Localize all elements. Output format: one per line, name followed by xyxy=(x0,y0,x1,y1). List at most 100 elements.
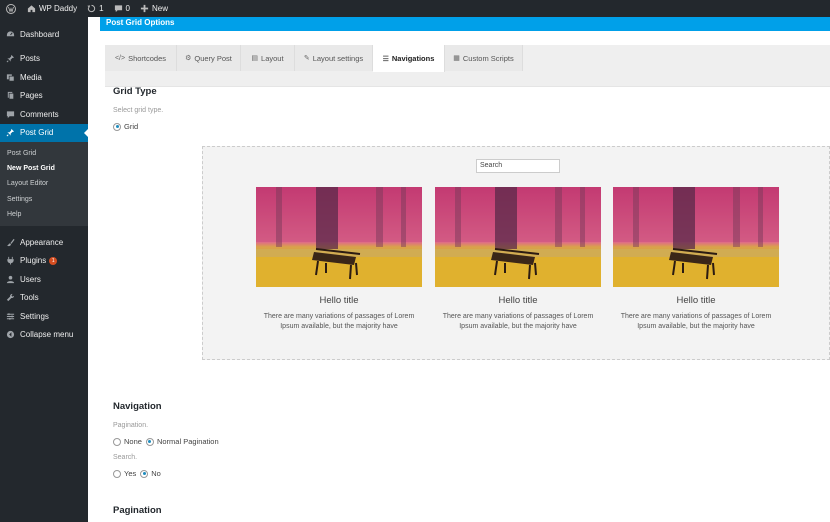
plugins-update-badge: 1 xyxy=(49,256,58,265)
menu-pages[interactable]: Pages xyxy=(0,87,88,106)
menu-posts[interactable]: Posts xyxy=(0,50,88,69)
tab-custom-scripts[interactable]: ▦ Custom Scripts xyxy=(445,45,523,71)
pages-icon xyxy=(5,91,15,101)
grid-preview: Search Hello title There are many variat… xyxy=(202,146,830,360)
new-label: New xyxy=(152,4,169,13)
card-title: Hello title xyxy=(319,295,359,306)
pagination-normal-radio[interactable] xyxy=(145,437,154,446)
menu-comments[interactable]: Comments xyxy=(0,105,88,124)
menu-label: Comments xyxy=(20,109,59,119)
menu-post-grid[interactable]: Post Grid xyxy=(0,123,89,142)
pagination-none-radio[interactable] xyxy=(113,437,121,446)
menu-label: Users xyxy=(20,274,41,284)
pagination-none-label: None xyxy=(124,437,142,446)
tab-navigations[interactable]: ☰ Navigations xyxy=(373,45,445,72)
search-options: Yes No xyxy=(113,469,161,478)
submenu-new-post-grid[interactable]: New Post Grid xyxy=(0,161,88,176)
tab-label: Custom Scripts xyxy=(462,53,514,63)
menu-appearance[interactable]: Appearance xyxy=(0,233,88,252)
wrench-icon xyxy=(5,293,15,303)
search-no-radio[interactable] xyxy=(140,469,149,478)
submenu-post-grid[interactable]: Post Grid xyxy=(0,146,88,161)
menu-dashboard[interactable]: Dashboard xyxy=(0,25,88,44)
menu-label: Collapse menu xyxy=(20,330,74,340)
card-excerpt: There are many variations of passages of… xyxy=(442,313,594,330)
menu-label: Plugins xyxy=(20,256,47,266)
menu-media[interactable]: Media xyxy=(0,68,88,87)
wordpress-logo-icon[interactable] xyxy=(0,0,22,17)
menu-label: Dashboard xyxy=(20,29,60,39)
grid-item: Hello title There are many variations of… xyxy=(256,187,422,332)
grid-item: Hello title There are many variations of… xyxy=(613,187,779,332)
grid-type-hint: Select grid type. xyxy=(113,107,164,114)
cogs-icon: ⚙ xyxy=(185,55,192,62)
grid-radio-label: Grid xyxy=(124,122,139,131)
admin-sidebar: Dashboard Posts Media Pages Comments Pos… xyxy=(0,17,89,522)
bench-park-image xyxy=(256,187,422,287)
options-tabs: </> Shortcodes ⚙ Query Post ▤ Layout ✎ Layou… xyxy=(105,45,830,87)
users-icon xyxy=(5,274,15,284)
search-no-label: No xyxy=(151,469,161,478)
submenu-layout-editor[interactable]: Layout Editor xyxy=(0,176,88,191)
bench-park-image xyxy=(435,187,601,287)
bench-park-image xyxy=(613,187,779,287)
menu-plugins[interactable]: Plugins 1 xyxy=(0,251,88,270)
page-title: Post Grid Options xyxy=(106,18,175,27)
grid-icon xyxy=(5,128,15,138)
new-content-link[interactable]: New xyxy=(135,0,173,17)
card-excerpt: There are many variations of passages of… xyxy=(620,313,772,330)
search-yes-label: Yes xyxy=(124,469,137,478)
grid-radio[interactable] xyxy=(113,122,121,131)
menu-collapse[interactable]: Collapse menu xyxy=(0,325,88,344)
tab-label: Layout xyxy=(261,53,284,63)
menu-label: Pages xyxy=(20,91,43,101)
tab-layout-settings[interactable]: ✎ Layout settings xyxy=(295,45,373,71)
pagination-normal-label: Normal Pagination xyxy=(156,437,219,446)
menu-label: Settings xyxy=(20,311,49,321)
tab-layout[interactable]: ▤ Layout xyxy=(241,45,295,71)
settings-icon xyxy=(5,311,15,321)
tab-label: Query Post xyxy=(194,53,232,63)
menu-tools[interactable]: Tools xyxy=(0,288,88,307)
search-yes-radio[interactable] xyxy=(113,469,121,478)
tab-label: Layout settings xyxy=(312,53,364,63)
pagination-options: None Normal Pagination xyxy=(113,437,219,446)
menu-label: Tools xyxy=(20,293,39,303)
dashboard-icon xyxy=(5,29,15,39)
comment-icon xyxy=(5,109,15,119)
pagination-heading: Pagination xyxy=(113,505,162,516)
collapse-icon xyxy=(5,330,15,340)
media-icon xyxy=(5,72,15,82)
preview-search-input[interactable]: Search xyxy=(476,159,560,173)
submenu-settings[interactable]: Settings xyxy=(0,192,88,207)
brush-icon xyxy=(5,237,15,247)
tab-label: Shortcodes xyxy=(128,53,167,63)
code-icon: </> xyxy=(114,54,126,62)
post-grid-submenu: Post Grid New Post Grid Layout Editor Se… xyxy=(0,142,88,226)
menu-users[interactable]: Users xyxy=(0,270,88,289)
submenu-help[interactable]: Help xyxy=(0,207,88,222)
grid-type-options: Grid xyxy=(113,122,138,131)
card-excerpt: There are many variations of passages of… xyxy=(263,313,415,330)
comments-count: 0 xyxy=(125,4,130,13)
tab-shortcodes[interactable]: </> Shortcodes xyxy=(105,45,177,71)
comments-link[interactable]: 0 xyxy=(109,0,135,17)
menu-settings[interactable]: Settings xyxy=(0,307,88,326)
updates-count: 1 xyxy=(99,4,104,13)
site-name: WP Daddy xyxy=(39,4,78,13)
card-title: Hello title xyxy=(498,295,538,306)
site-name-link[interactable]: WP Daddy xyxy=(22,0,82,17)
list-icon: ☰ xyxy=(382,55,389,63)
search-label: Search. xyxy=(113,454,138,461)
pagination-label: Pagination. xyxy=(113,422,149,429)
navigation-heading: Navigation xyxy=(113,401,162,412)
menu-label: Appearance xyxy=(20,237,64,247)
grid-item: Hello title There are many variations of… xyxy=(435,187,601,332)
plus-icon xyxy=(140,4,149,13)
layout-icon: ▤ xyxy=(251,55,259,62)
updates-link[interactable]: 1 xyxy=(82,0,108,17)
menu-label: Media xyxy=(20,72,42,82)
menu-label: Post Grid xyxy=(20,128,54,138)
tab-query-post[interactable]: ⚙ Query Post xyxy=(177,45,241,71)
options-header-bar: Post Grid Options xyxy=(100,17,830,31)
